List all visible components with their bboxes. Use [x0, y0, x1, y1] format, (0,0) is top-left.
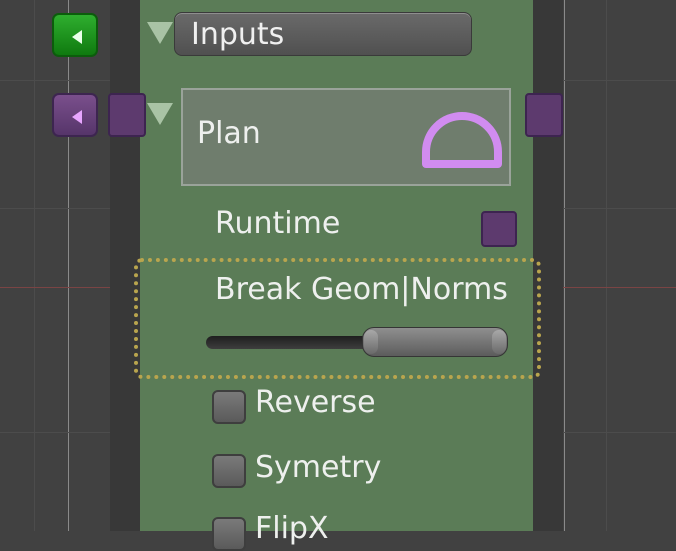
- flipx-checkbox[interactable]: [212, 517, 246, 551]
- plan-label: Plan: [197, 116, 261, 151]
- inputs-header-button[interactable]: Inputs: [174, 12, 472, 56]
- symetry-checkbox[interactable]: [212, 454, 246, 488]
- slider-right-handle[interactable]: [492, 330, 506, 354]
- runtime-label: Runtime: [215, 206, 341, 241]
- plan-port-button[interactable]: [52, 93, 98, 137]
- plan-field[interactable]: Plan: [181, 88, 511, 186]
- reverse-label: Reverse: [255, 385, 376, 420]
- reverse-checkbox[interactable]: [212, 390, 246, 424]
- symetry-label: Symetry: [255, 450, 382, 485]
- arrow-left-icon: [72, 110, 82, 124]
- collapse-triangle-icon[interactable]: [147, 22, 173, 44]
- collapse-triangle-icon[interactable]: [147, 103, 173, 125]
- plan-input-socket[interactable]: [108, 93, 146, 137]
- plan-output-socket[interactable]: [525, 93, 563, 137]
- slider-left-handle[interactable]: [364, 330, 378, 354]
- break-geom-label: Break Geom|Norms: [215, 272, 508, 307]
- flipx-label: FlipX: [255, 511, 329, 546]
- arrow-left-icon: [72, 30, 82, 44]
- break-geom-slider-thumb[interactable]: [362, 327, 508, 357]
- runtime-socket[interactable]: [481, 211, 517, 247]
- semicircle-icon: [422, 112, 502, 168]
- inputs-port-button[interactable]: [52, 13, 98, 57]
